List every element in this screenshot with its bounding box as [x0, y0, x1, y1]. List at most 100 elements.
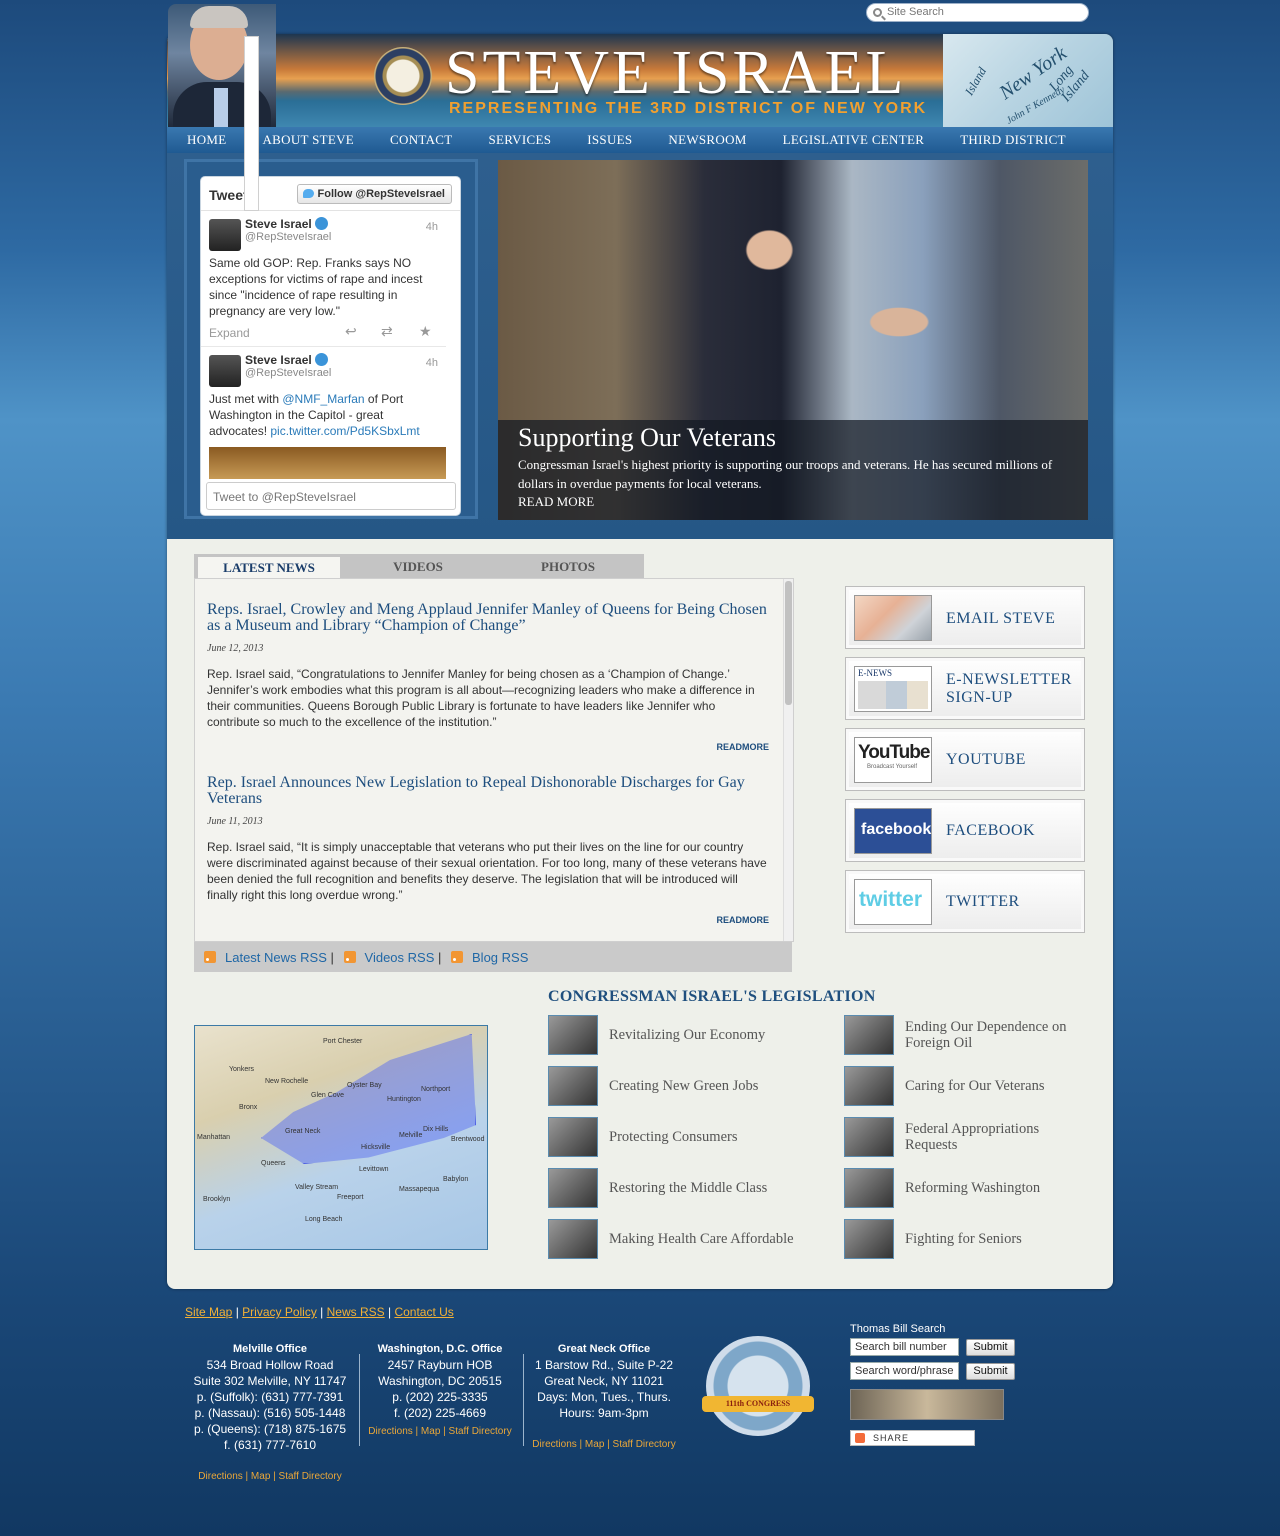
nav-services[interactable]: SERVICES	[488, 132, 551, 148]
footer-links: Site Map | Privacy Policy | News RSS | C…	[185, 1305, 454, 1319]
tweet-mention-link[interactable]: @NMF_Marfan	[282, 392, 364, 406]
news-headline[interactable]: Rep. Israel Announces New Legislation to…	[207, 775, 769, 807]
staff-directory-link[interactable]: Staff Directory	[279, 1471, 342, 1482]
congressional-management-badge: 111th CONGRESS	[702, 1336, 814, 1436]
twitter-button[interactable]: twitter TWITTER	[845, 870, 1085, 933]
map-link[interactable]: Map	[421, 1426, 440, 1437]
facebook-icon: facebook	[854, 808, 932, 854]
washington-office: Washington, D.C. Office 2457 Rayburn HOB…	[368, 1343, 512, 1437]
legislation-heading: CONGRESSMAN ISRAEL'S LEGISLATION	[548, 988, 876, 1005]
tweet: Steve Israel @RepSteveIsrael 4h Just met…	[201, 347, 446, 439]
retweet-icon[interactable]: ⇄	[381, 324, 397, 338]
main-nav: HOME ABOUT STEVE CONTACT SERVICES ISSUES…	[167, 127, 1113, 153]
bill-number-input[interactable]: Search bill number	[850, 1338, 959, 1356]
twitter-widget-header: Tweets Follow @RepSteveIsrael	[201, 177, 460, 211]
contact-us-link[interactable]: Contact Us	[394, 1305, 453, 1319]
word-phrase-submit-button[interactable]: Submit	[966, 1363, 1015, 1380]
header-map-image: New York Long Island Island John F Kenne…	[943, 34, 1113, 127]
hero-slideshow[interactable]: Supporting Our Veterans Congressman Isra…	[498, 160, 1088, 520]
twitter-scrollbar-thumb[interactable]	[244, 36, 259, 211]
legislation-thumbnail	[844, 1066, 894, 1106]
facebook-button[interactable]: facebook FACEBOOK	[845, 799, 1085, 862]
tweet-actions: Expand ↩ ⇄ ★	[209, 322, 438, 346]
site-search-input[interactable]: Site Search	[866, 3, 1089, 22]
tab-photos[interactable]: PHOTOS	[496, 554, 640, 578]
hero-caption: Supporting Our Veterans Congressman Isra…	[498, 420, 1088, 520]
nav-third-district[interactable]: THIRD DISTRICT	[960, 132, 1066, 148]
nav-home[interactable]: HOME	[187, 132, 226, 148]
avatar[interactable]	[209, 355, 241, 387]
twitter-follow-button[interactable]: Follow @RepSteveIsrael	[296, 184, 452, 204]
reply-icon[interactable]: ↩	[345, 324, 361, 338]
news-scrollbar-thumb[interactable]	[785, 581, 792, 705]
twitter-icon: twitter	[854, 879, 932, 925]
legislation-thumbnail	[548, 1015, 598, 1055]
house-seal-logo	[374, 47, 432, 105]
share-plus-icon	[855, 1433, 865, 1443]
rss-bar: Latest News RSS | Videos RSS | Blog RSS	[194, 942, 792, 972]
email-steve-button[interactable]: EMAIL STEVE	[845, 586, 1085, 649]
staff-directory-link[interactable]: Staff Directory	[613, 1439, 676, 1450]
tweet-author-name[interactable]: Steve Israel	[245, 353, 312, 367]
header-banner: New York Long Island Island John F Kenne…	[167, 34, 1113, 127]
word-phrase-input[interactable]: Search word/phrase	[850, 1362, 959, 1380]
favorite-icon[interactable]: ★	[419, 324, 435, 338]
tab-videos[interactable]: VIDEOS	[346, 554, 490, 578]
nav-about-steve[interactable]: ABOUT STEVE	[262, 132, 354, 148]
tweet-text: Just met with @NMF_Marfan of Port Washin…	[209, 392, 420, 438]
tweet-photo[interactable]	[209, 447, 446, 479]
news-readmore-link[interactable]: READMORE	[207, 915, 769, 925]
district-map[interactable]: Yonkers New Rochelle Bronx Manhattan Que…	[194, 1025, 488, 1250]
nav-newsroom[interactable]: NEWSROOM	[668, 132, 746, 148]
portrait-photo	[168, 4, 276, 127]
nav-legislative-center[interactable]: LEGISLATIVE CENTER	[783, 132, 925, 148]
legislation-thumbnail	[548, 1117, 598, 1157]
tweet-time[interactable]: 4h	[426, 221, 438, 233]
directions-link[interactable]: Directions	[368, 1426, 412, 1437]
nav-issues[interactable]: ISSUES	[587, 132, 632, 148]
tweet-author-handle[interactable]: @RepSteveIsrael	[245, 231, 438, 243]
tweet-author-handle[interactable]: @RepSteveIsrael	[245, 367, 438, 379]
map-word: Island	[962, 64, 990, 98]
capitol-dome-image[interactable]	[850, 1389, 1004, 1420]
rss-icon	[451, 951, 464, 963]
tweet-time[interactable]: 4h	[426, 357, 438, 369]
map-link[interactable]: Map	[251, 1471, 270, 1482]
hero-text: Congressman Israel's highest priority is…	[518, 457, 1053, 491]
tweet-photo-link[interactable]: pic.twitter.com/Pd5KSbxLmt	[270, 424, 419, 438]
news-date: June 11, 2013	[207, 816, 263, 827]
news-tabs: LATEST NEWS VIDEOS PHOTOS	[194, 554, 644, 578]
privacy-policy-link[interactable]: Privacy Policy	[242, 1305, 317, 1319]
tab-latest-news[interactable]: LATEST NEWS	[198, 554, 340, 578]
nav-contact[interactable]: CONTACT	[390, 132, 452, 148]
verified-icon	[314, 217, 328, 230]
staff-directory-link[interactable]: Staff Directory	[449, 1426, 512, 1437]
news-scrollbar[interactable]	[783, 579, 793, 941]
tweet-author-name[interactable]: Steve Israel	[245, 217, 312, 231]
tweet-compose-input[interactable]: Tweet to @RepSteveIsrael	[206, 482, 456, 510]
avatar[interactable]	[209, 219, 241, 251]
bill-number-submit-button[interactable]: Submit	[966, 1339, 1015, 1356]
directions-link[interactable]: Directions	[198, 1471, 242, 1482]
latest-news-rss-link[interactable]: Latest News RSS	[225, 950, 327, 965]
blog-rss-link[interactable]: Blog RSS	[472, 950, 528, 965]
news-rss-link[interactable]: News RSS	[327, 1305, 385, 1319]
directions-link[interactable]: Directions	[532, 1439, 576, 1450]
news-readmore-link[interactable]: READMORE	[207, 742, 769, 752]
news-headline[interactable]: Reps. Israel, Crowley and Meng Applaud J…	[207, 602, 769, 634]
tweet-expand-link[interactable]: Expand	[209, 326, 250, 340]
videos-rss-link[interactable]: Videos RSS	[365, 950, 435, 965]
youtube-button[interactable]: YouTube Broadcast Yourself YOUTUBE	[845, 728, 1085, 791]
site-title: STEVE ISRAEL	[445, 39, 907, 107]
thomas-search-title: Thomas Bill Search	[850, 1323, 946, 1335]
share-button[interactable]: SHARE	[850, 1430, 975, 1446]
legislation-thumbnail	[844, 1117, 894, 1157]
site-map-link[interactable]: Site Map	[185, 1305, 232, 1319]
newsletter-signup-button[interactable]: E-NEWS E-NEWSLETTER SIGN-UP	[845, 657, 1085, 720]
news-item: Reps. Israel, Crowley and Meng Applaud J…	[207, 602, 769, 753]
map-link[interactable]: Map	[585, 1439, 604, 1450]
hero-read-more-link[interactable]: READ MORE	[518, 494, 1068, 510]
news-date: June 12, 2013	[207, 643, 264, 654]
hero-title[interactable]: Supporting Our Veterans	[518, 423, 1068, 453]
great-neck-office: Great Neck Office 1 Barstow Rd., Suite P…	[532, 1343, 676, 1450]
